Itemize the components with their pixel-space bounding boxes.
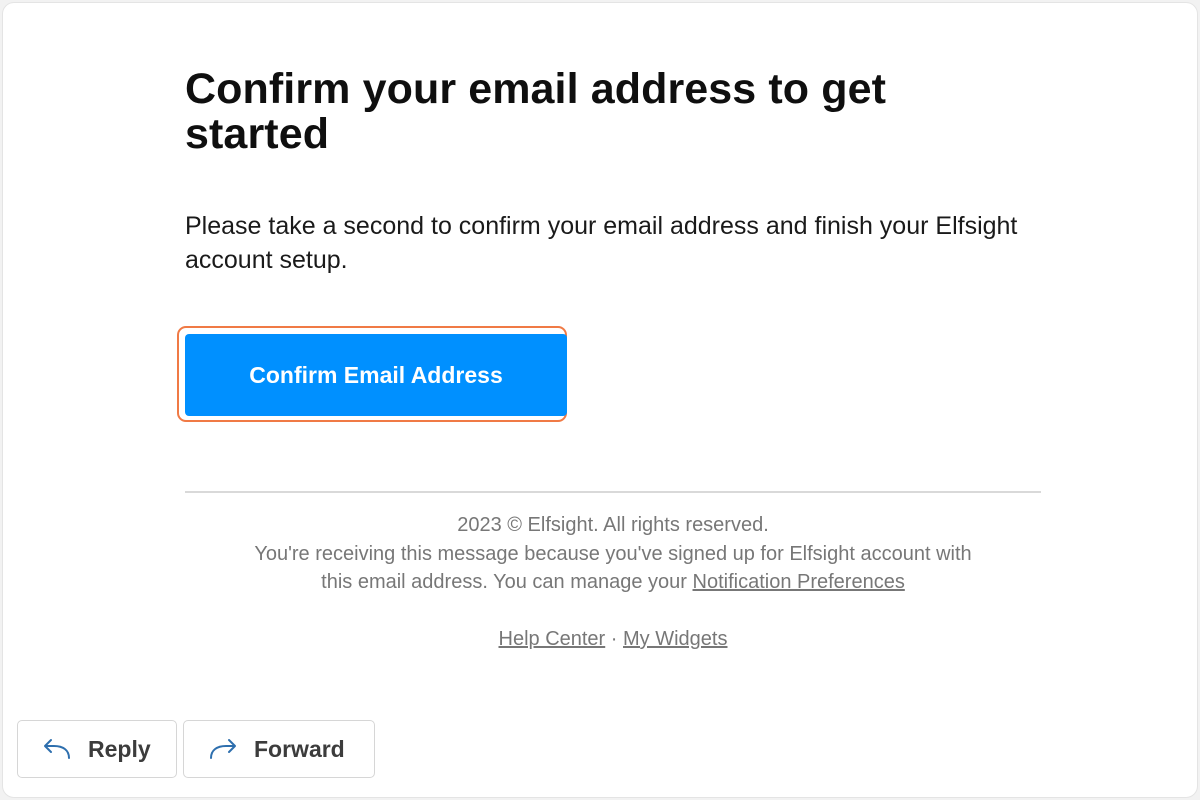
email-viewer: Confirm your email address to get starte…	[2, 2, 1198, 798]
email-intro-text: Please take a second to confirm your ema…	[185, 212, 1018, 274]
forward-arrow-icon	[208, 738, 238, 760]
copyright-text: 2023 © Elfsight. All rights reserved.	[457, 514, 769, 536]
confirm-email-button[interactable]: Confirm Email Address	[185, 334, 567, 416]
link-separator: ·	[610, 628, 618, 650]
email-footer: 2023 © Elfsight. All rights reserved. Yo…	[185, 511, 1041, 597]
footer-links: Help Center · My Widgets	[185, 625, 1041, 653]
reply-arrow-icon	[42, 738, 72, 760]
forward-label: Forward	[254, 735, 345, 762]
forward-button[interactable]: Forward	[183, 720, 375, 778]
notice-text-line2-wrap: this email address. You can manage your …	[185, 568, 1041, 597]
email-headline: Confirm your email address to get starte…	[185, 65, 886, 158]
notification-preferences-link[interactable]: Notification Preferences	[693, 571, 905, 593]
notice-text-line2: this email address. You can manage your	[321, 571, 687, 593]
notice-text-line1: You're receiving this message because yo…	[254, 542, 972, 565]
reply-button[interactable]: Reply	[17, 720, 177, 778]
cta-highlight-outline: Confirm Email Address	[177, 326, 567, 422]
my-widgets-link[interactable]: My Widgets	[623, 628, 727, 650]
footer-divider	[185, 491, 1041, 493]
reply-label: Reply	[88, 735, 151, 762]
help-center-link[interactable]: Help Center	[499, 628, 606, 650]
email-content: Confirm your email address to get starte…	[177, 3, 1041, 650]
